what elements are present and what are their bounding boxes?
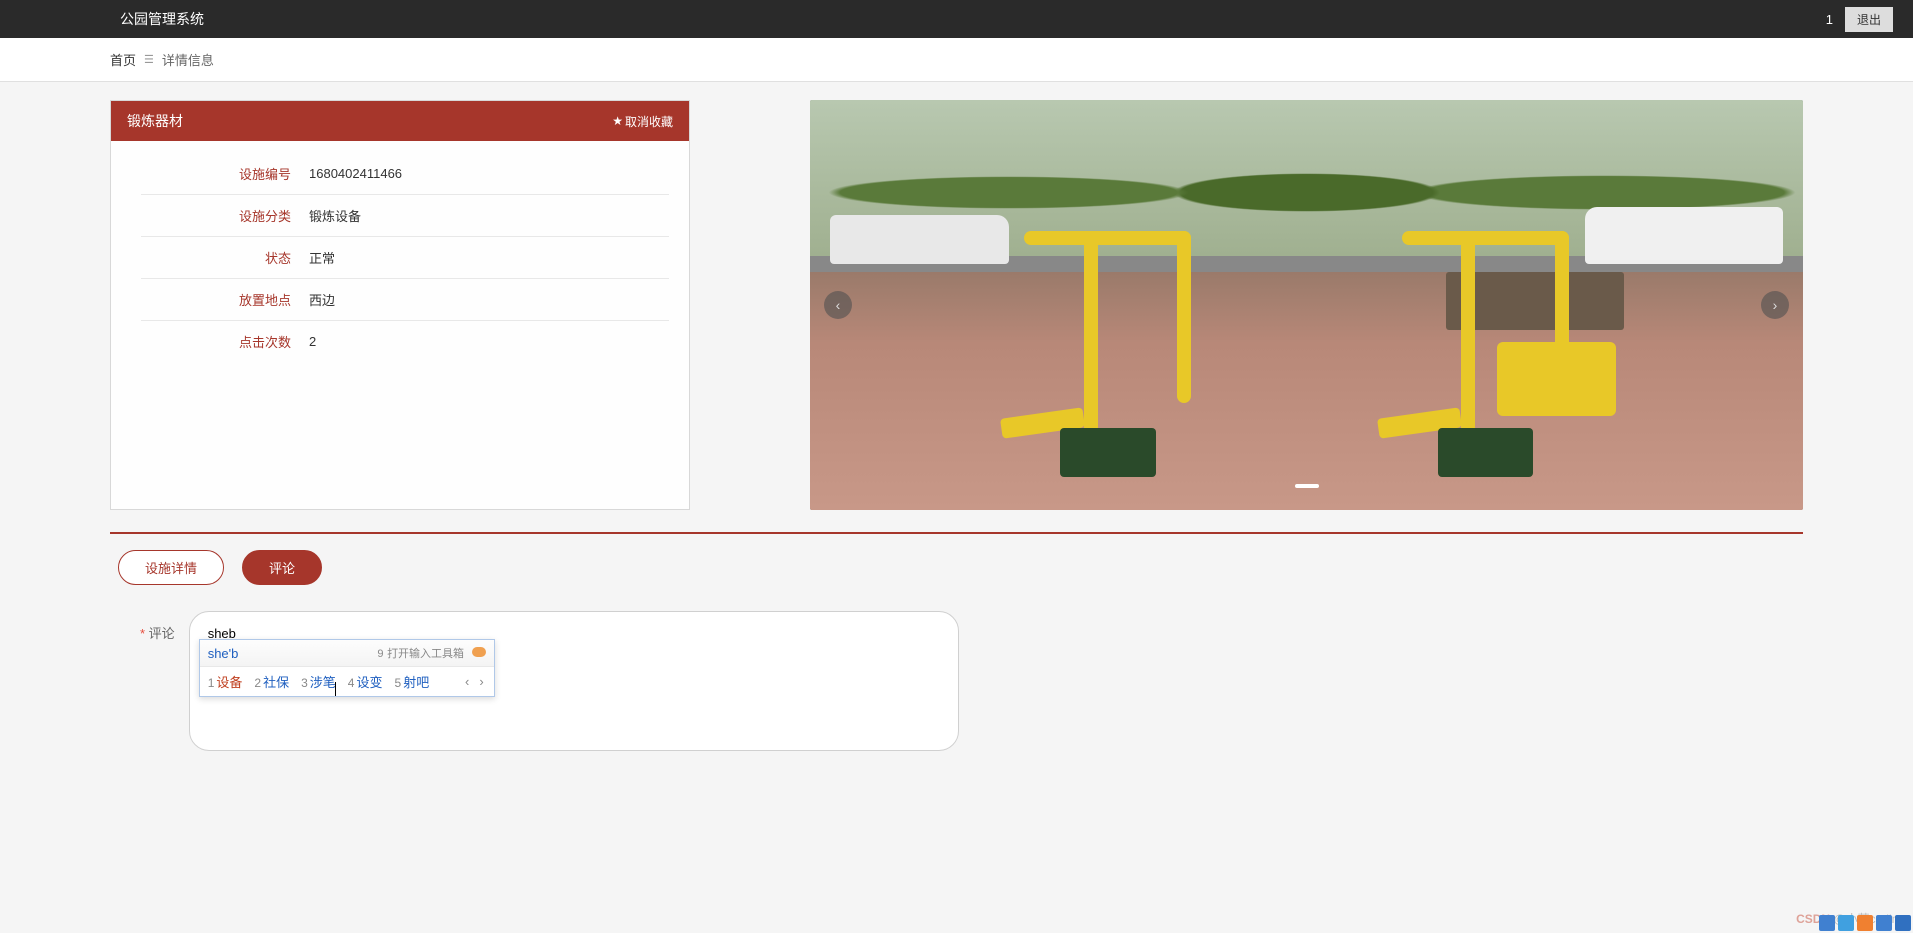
info-value: 1680402411466 bbox=[309, 166, 402, 181]
carousel-next-button[interactable]: › bbox=[1761, 291, 1789, 319]
taskbar-icon[interactable] bbox=[1857, 915, 1873, 931]
info-label: 设施分类 bbox=[141, 206, 309, 225]
tab-comment[interactable]: 评论 bbox=[242, 550, 322, 585]
favorite-label: 取消收藏 bbox=[625, 113, 673, 130]
tabs: 设施详情 评论 bbox=[118, 550, 1803, 585]
taskbar-icon[interactable] bbox=[1895, 915, 1911, 931]
ime-typed-text: she'b bbox=[208, 646, 239, 661]
info-row: 状态 正常 bbox=[141, 237, 669, 279]
carousel-indicator[interactable] bbox=[1295, 484, 1319, 488]
info-value: 锻炼设备 bbox=[309, 206, 361, 225]
ime-candidate[interactable]: 4设变 bbox=[348, 672, 383, 691]
content-row: 锻炼器材 ★取消收藏 设施编号 1680402411466 设施分类 锻炼设备 … bbox=[110, 100, 1803, 510]
chevron-right-icon: › bbox=[1773, 297, 1778, 313]
topbar: 公园管理系统 1 退出 bbox=[0, 0, 1913, 38]
ime-prev-icon[interactable]: ‹ bbox=[463, 674, 471, 689]
info-label: 放置地点 bbox=[141, 290, 309, 309]
info-value: 西边 bbox=[309, 290, 335, 309]
favorite-button[interactable]: ★取消收藏 bbox=[612, 113, 673, 130]
cloud-icon bbox=[472, 647, 486, 657]
facility-image bbox=[810, 100, 1803, 510]
ime-next-icon[interactable]: › bbox=[477, 674, 485, 689]
ime-candidate[interactable]: 3涉笔 bbox=[301, 672, 336, 691]
ime-hint-num: 9 bbox=[377, 648, 383, 660]
ime-candidate[interactable]: 5射吧 bbox=[395, 672, 430, 691]
ime-hint[interactable]: 9 打开输入工具箱 bbox=[377, 645, 485, 661]
info-value: 正常 bbox=[309, 248, 335, 267]
taskbar-icon[interactable] bbox=[1876, 915, 1892, 931]
breadcrumb-separator-icon: ☰ bbox=[144, 53, 154, 66]
comment-label: 评论 bbox=[140, 611, 175, 754]
logout-button[interactable]: 退出 bbox=[1845, 7, 1893, 32]
carousel-prev-button[interactable]: ‹ bbox=[824, 291, 852, 319]
ime-popup: she'b 9 打开输入工具箱 1设备 2社保 3涉笔 4设变 5射吧 ‹ bbox=[199, 639, 495, 697]
section-divider bbox=[110, 532, 1803, 534]
user-indicator[interactable]: 1 bbox=[1826, 12, 1833, 27]
info-row: 放置地点 西边 bbox=[141, 279, 669, 321]
main-content: 锻炼器材 ★取消收藏 设施编号 1680402411466 设施分类 锻炼设备 … bbox=[0, 100, 1913, 794]
breadcrumb: 首页 ☰ 详情信息 bbox=[0, 38, 1913, 82]
info-label: 状态 bbox=[141, 248, 309, 267]
info-row: 点击次数 2 bbox=[141, 321, 669, 362]
info-label: 点击次数 bbox=[141, 332, 309, 351]
image-carousel: ‹ › bbox=[810, 100, 1803, 510]
info-label: 设施编号 bbox=[141, 164, 309, 183]
chevron-left-icon: ‹ bbox=[836, 297, 841, 313]
ime-candidate[interactable]: 1设备 bbox=[208, 672, 243, 691]
detail-card: 锻炼器材 ★取消收藏 设施编号 1680402411466 设施分类 锻炼设备 … bbox=[110, 100, 690, 510]
ime-hint-text: 打开输入工具箱 bbox=[387, 648, 464, 660]
card-header: 锻炼器材 ★取消收藏 bbox=[111, 101, 689, 141]
info-value: 2 bbox=[309, 334, 316, 349]
taskbar-icons bbox=[1819, 915, 1911, 931]
taskbar-ime-icon[interactable] bbox=[1819, 915, 1835, 931]
comment-section: 评论 she'b 9 打开输入工具箱 1设备 2社保 3涉笔 4设变 bbox=[140, 611, 1803, 754]
star-icon: ★ bbox=[612, 114, 623, 128]
ime-candidates: 1设备 2社保 3涉笔 4设变 5射吧 ‹ › bbox=[200, 667, 494, 696]
info-row: 设施编号 1680402411466 bbox=[141, 153, 669, 195]
card-title: 锻炼器材 bbox=[127, 111, 183, 131]
app-title: 公园管理系统 bbox=[120, 9, 204, 29]
taskbar-icon[interactable] bbox=[1838, 915, 1854, 931]
topbar-right: 1 退出 bbox=[1826, 7, 1893, 32]
breadcrumb-home[interactable]: 首页 bbox=[110, 50, 136, 69]
tab-detail[interactable]: 设施详情 bbox=[118, 550, 224, 585]
card-body: 设施编号 1680402411466 设施分类 锻炼设备 状态 正常 放置地点 … bbox=[111, 141, 689, 509]
info-row: 设施分类 锻炼设备 bbox=[141, 195, 669, 237]
breadcrumb-current: 详情信息 bbox=[162, 50, 214, 69]
ime-candidate[interactable]: 2社保 bbox=[254, 672, 289, 691]
ime-input-row: she'b 9 打开输入工具箱 bbox=[200, 640, 494, 667]
ime-text-cursor-icon bbox=[335, 682, 336, 696]
ime-pagination: ‹ › bbox=[463, 674, 486, 689]
comment-input-wrap: she'b 9 打开输入工具箱 1设备 2社保 3涉笔 4设变 5射吧 ‹ bbox=[189, 611, 959, 754]
